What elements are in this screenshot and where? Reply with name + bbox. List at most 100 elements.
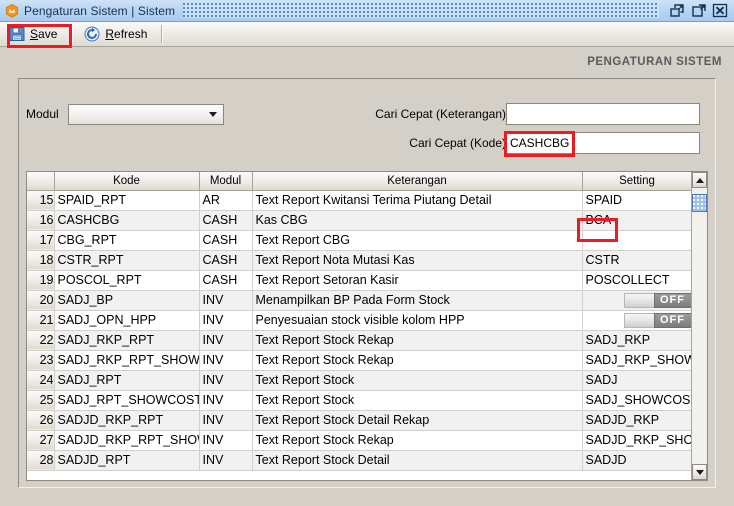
cell-kode[interactable]: SADJ_RPT_SHOWCOST [54,390,200,411]
table-row[interactable]: 22 SADJ_RKP_RPT INV Text Report Stock Rekap… [27,330,693,351]
cell-kode[interactable]: POSCOL_RPT [54,270,200,291]
table-row[interactable]: 23 SADJ_RKP_RPT_SHOW INV Text Report Stock … [27,350,693,371]
cari-keterangan-input[interactable] [506,103,700,125]
cell-modul[interactable]: INV [199,370,253,391]
cell-kode[interactable]: SADJ_RKP_RPT_SHOW [54,350,200,371]
cell-setting[interactable]: SADJ [582,370,693,391]
cari-kode-input[interactable] [506,132,700,154]
table-row[interactable]: 20 SADJ_BP INV Menampilkan BP Pada Form Sto… [27,290,693,311]
cell-setting[interactable]: SADJD_RKP_SHOW [582,430,693,451]
cell-kode[interactable]: CASHCBG [54,210,200,231]
cell-setting[interactable]: SADJ_RKP [582,330,693,351]
table-row[interactable]: 16 CASHCBG CASH Kas CBG BCA [27,210,693,231]
cell-keterangan[interactable]: Text Report Stock Rekap [252,430,583,451]
modul-dropdown[interactable] [68,104,224,125]
row-number-cell[interactable]: 18 [27,250,55,271]
cell-modul[interactable]: INV [199,410,253,431]
cell-keterangan[interactable]: Text Report CBG [252,230,583,251]
cell-kode[interactable]: SADJ_BP [54,290,200,311]
cell-modul[interactable]: INV [199,310,253,331]
cell-keterangan[interactable]: Penyesuaian stock visible kolom HPP [252,310,583,331]
cell-modul[interactable]: INV [199,350,253,371]
cell-setting[interactable]: SADJ_RKP_SHOW [582,350,693,371]
row-number-cell[interactable]: 15 [27,190,55,211]
cell-keterangan[interactable]: Text Report Stock Detail Rekap [252,410,583,431]
cell-modul[interactable]: AR [199,190,253,211]
row-number-cell[interactable]: 17 [27,230,55,251]
cell-setting[interactable] [582,230,693,251]
setting-toggle-switch[interactable]: OFF [623,313,691,328]
setting-toggle-switch[interactable]: OFF [623,293,691,308]
cell-modul[interactable]: INV [199,390,253,411]
row-number-cell[interactable]: 22 [27,330,55,351]
cell-setting[interactable]: SADJ_SHOWCOST [582,390,693,411]
row-number-cell[interactable]: 21 [27,310,55,331]
row-number-cell[interactable]: 27 [27,430,55,451]
cell-modul[interactable]: CASH [199,230,253,251]
cell-keterangan[interactable]: Text Report Nota Mutasi Kas [252,250,583,271]
row-number-cell[interactable]: 19 [27,270,55,291]
cell-setting[interactable]: OFF [582,290,693,311]
cell-keterangan[interactable]: Text Report Stock [252,390,583,411]
table-row[interactable]: 15 SPAID_RPT AR Text Report Kwitansi Terima… [27,190,693,211]
table-row[interactable]: 24 SADJ_RPT INV Text Report Stock SADJ [27,370,693,391]
row-number-cell[interactable]: 23 [27,350,55,371]
table-row[interactable]: 28 SADJD_RPT INV Text Report Stock Detail SA… [27,450,693,471]
cell-kode[interactable]: CSTR_RPT [54,250,200,271]
cell-setting[interactable]: CSTR [582,250,693,271]
cell-keterangan[interactable]: Text Report Setoran Kasir [252,270,583,291]
cell-modul[interactable]: CASH [199,270,253,291]
row-number-cell[interactable]: 16 [27,210,55,231]
cell-setting[interactable]: SADJD_RKP [582,410,693,431]
cell-keterangan[interactable]: Kas CBG [252,210,583,231]
table-row[interactable]: 21 SADJ_OPN_HPP INV Penyesuaian stock visib… [27,310,693,331]
column-header-modul[interactable]: Modul [199,172,253,191]
table-row[interactable]: 26 SADJD_RKP_RPT INV Text Report Stock Deta… [27,410,693,431]
cell-keterangan[interactable]: Text Report Stock [252,370,583,391]
cell-keterangan[interactable]: Text Report Stock Rekap [252,330,583,351]
cell-kode[interactable]: CBG_RPT [54,230,200,251]
table-row[interactable]: 17 CBG_RPT CASH Text Report CBG [27,230,693,251]
cell-modul[interactable]: INV [199,330,253,351]
restore-down-icon[interactable] [670,3,686,18]
cell-kode[interactable]: SADJD_RKP_RPT [54,410,200,431]
cell-keterangan[interactable]: Text Report Stock Rekap [252,350,583,371]
cell-kode[interactable]: SADJD_RKP_RPT_SHOW [54,430,200,451]
table-row[interactable]: 18 CSTR_RPT CASH Text Report Nota Mutasi Ka… [27,250,693,271]
close-icon[interactable] [712,3,728,18]
row-number-cell[interactable]: 26 [27,410,55,431]
grid-vertical-scrollbar[interactable] [691,172,707,480]
scrollbar-thumb[interactable] [692,194,707,212]
chevron-down-icon[interactable] [205,106,221,123]
cell-setting[interactable]: POSCOLLECT [582,270,693,291]
cell-modul[interactable]: CASH [199,210,253,231]
column-header-rownum[interactable] [27,172,55,191]
cell-setting[interactable]: OFF [582,310,693,331]
row-number-cell[interactable]: 25 [27,390,55,411]
cell-keterangan[interactable]: Text Report Stock Detail [252,450,583,471]
cell-keterangan[interactable]: Menampilkan BP Pada Form Stock [252,290,583,311]
table-row[interactable]: 25 SADJ_RPT_SHOWCOST INV Text Report Stock S… [27,390,693,411]
cell-kode[interactable]: SADJ_RKP_RPT [54,330,200,351]
scroll-down-arrow-icon[interactable] [692,464,707,480]
row-number-cell[interactable]: 20 [27,290,55,311]
cell-keterangan[interactable]: Text Report Kwitansi Terima Piutang Deta… [252,190,583,211]
column-header-kode[interactable]: Kode [54,172,200,191]
refresh-button[interactable]: Refresh [79,24,155,45]
cell-modul[interactable]: INV [199,450,253,471]
cell-setting[interactable]: BCA [582,210,693,231]
column-header-keterangan[interactable]: Keterangan [252,172,583,191]
row-number-cell[interactable]: 28 [27,450,55,471]
maximize-icon[interactable] [691,3,707,18]
cell-modul[interactable]: INV [199,290,253,311]
scrollbar-track[interactable] [692,188,707,464]
cell-setting[interactable]: SADJD [582,450,693,471]
cell-kode[interactable]: SPAID_RPT [54,190,200,211]
cell-modul[interactable]: INV [199,430,253,451]
cell-kode[interactable]: SADJD_RPT [54,450,200,471]
row-number-cell[interactable]: 24 [27,370,55,391]
cell-kode[interactable]: SADJ_OPN_HPP [54,310,200,331]
scroll-up-arrow-icon[interactable] [692,172,707,188]
table-row[interactable]: 27 SADJD_RKP_RPT_SHOW INV Text Report Stock… [27,430,693,451]
column-header-setting[interactable]: Setting [582,172,693,191]
